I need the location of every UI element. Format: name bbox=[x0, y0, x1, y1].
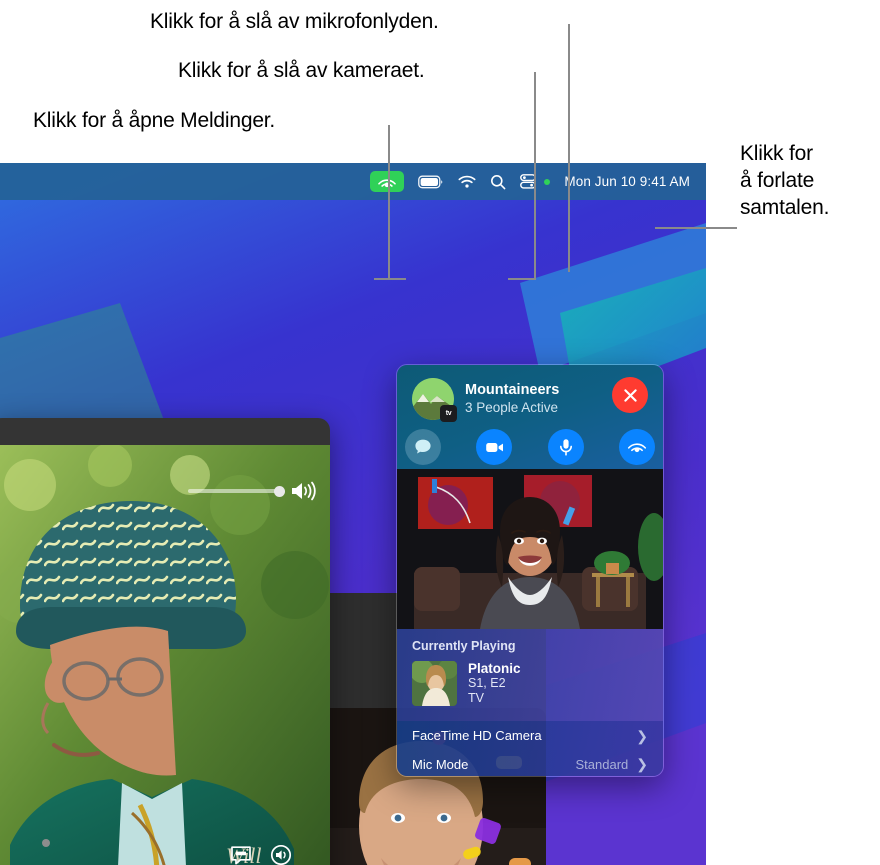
callout-microphone: Klikk for å slå av mikrofonlyden. bbox=[150, 10, 439, 33]
leader-line-camera-horizontal bbox=[508, 278, 536, 280]
search-icon[interactable] bbox=[490, 174, 506, 190]
player-button-row[interactable] bbox=[230, 844, 292, 865]
now-playing-title: Platonic bbox=[468, 661, 521, 676]
control-center-active-dot bbox=[544, 178, 551, 185]
now-playing-meta: Platonic S1, E2 TV bbox=[468, 661, 521, 706]
speaker-icon bbox=[292, 481, 316, 501]
mic-mode-value: Standard bbox=[575, 756, 629, 772]
cc-button-row bbox=[397, 425, 663, 469]
message-bubble-icon bbox=[415, 439, 431, 454]
desktop-wallpaper: Mon Jun 10 9:41 AM Will tv Mountaineers … bbox=[0, 163, 706, 865]
leader-line-leave-call bbox=[655, 227, 737, 229]
cc-participant-video[interactable] bbox=[397, 469, 663, 629]
microphone-button[interactable] bbox=[547, 429, 584, 465]
microphone-icon bbox=[559, 439, 572, 456]
close-icon bbox=[623, 388, 637, 402]
battery-icon[interactable] bbox=[418, 175, 444, 189]
now-playing-artwork bbox=[412, 661, 457, 706]
volume-slider[interactable] bbox=[188, 485, 285, 497]
shareplay-control-center-menu[interactable]: tv Mountaineers 3 People Active Currentl… bbox=[396, 364, 664, 777]
mic-mode-label: Mic Mode bbox=[412, 756, 469, 772]
callout-camera: Klikk for å slå av kameraet. bbox=[178, 59, 425, 82]
chevron-right-icon: ❯ bbox=[636, 727, 648, 744]
player-titlebar bbox=[0, 418, 330, 445]
video-camera-icon bbox=[486, 442, 503, 452]
leader-line-camera-vertical bbox=[534, 72, 536, 279]
volume-knob[interactable] bbox=[274, 485, 285, 497]
leader-line-microphone bbox=[568, 24, 570, 272]
messages-button[interactable] bbox=[405, 429, 441, 465]
group-avatar: tv bbox=[412, 378, 457, 422]
now-playing-section: Currently Playing Platonic S1, E2 TV bbox=[397, 629, 663, 721]
camera-row-label: FaceTime HD Camera bbox=[412, 728, 542, 743]
leader-line-messages-vertical bbox=[388, 125, 390, 280]
volume-control[interactable] bbox=[188, 481, 316, 501]
group-title: Mountaineers bbox=[465, 382, 560, 398]
menubar-clock[interactable]: Mon Jun 10 9:41 AM bbox=[564, 174, 690, 189]
shareplay-button[interactable] bbox=[618, 429, 655, 465]
group-text: Mountaineers 3 People Active bbox=[465, 381, 559, 417]
now-playing-label: Currently Playing bbox=[412, 639, 516, 653]
audio-track-icon[interactable] bbox=[270, 844, 292, 865]
now-playing-episode: S1, E2 bbox=[468, 676, 506, 690]
video-player-window[interactable]: Will bbox=[0, 418, 330, 865]
mic-mode-row[interactable]: Mic Mode Standard ❯ bbox=[397, 750, 663, 776]
leader-line-messages-horizontal bbox=[374, 278, 406, 280]
callout-messages: Klikk for å åpne Meldinger. bbox=[33, 109, 276, 132]
group-subtitle: 3 People Active bbox=[465, 400, 559, 415]
shareplay-icon bbox=[627, 443, 647, 453]
callout-leave-call: Klikk for å forlate samtalen. bbox=[740, 142, 830, 219]
menubar: Mon Jun 10 9:41 AM bbox=[0, 163, 706, 200]
now-playing-app: TV bbox=[468, 691, 484, 705]
camera-settings-row[interactable]: FaceTime HD Camera ❯ bbox=[397, 721, 663, 750]
apple-tv-badge: tv bbox=[440, 405, 457, 422]
camera-button[interactable] bbox=[476, 429, 513, 465]
wifi-icon[interactable] bbox=[458, 175, 476, 189]
subtitles-icon[interactable] bbox=[230, 844, 252, 865]
leave-call-button[interactable] bbox=[612, 377, 648, 413]
chevron-right-icon: ❯ bbox=[636, 756, 648, 772]
player-video-surface[interactable]: Will bbox=[0, 445, 330, 865]
group-info: tv Mountaineers 3 People Active bbox=[412, 378, 559, 422]
